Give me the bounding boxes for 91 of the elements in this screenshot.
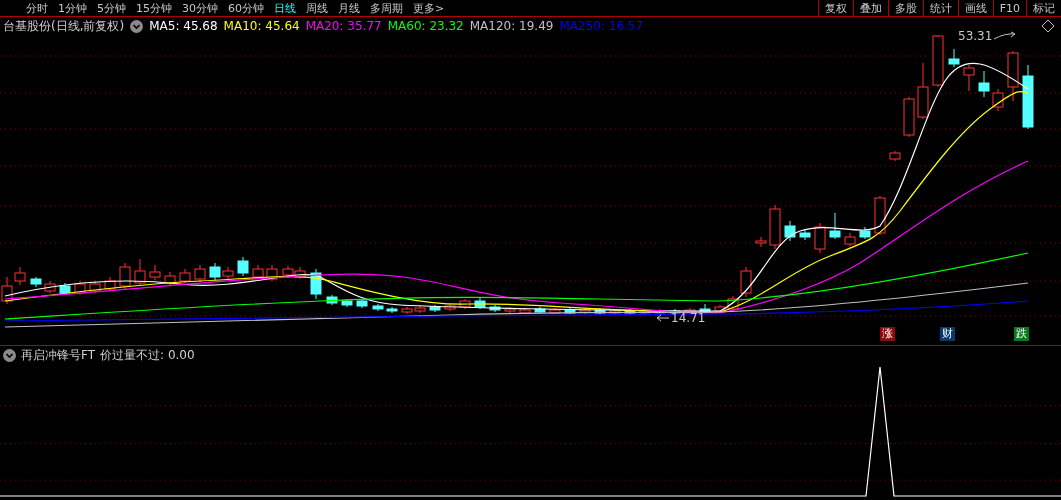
candlestick bbox=[59, 282, 71, 296]
candlestick bbox=[844, 232, 856, 247]
candlestick bbox=[341, 298, 353, 308]
candlestick bbox=[386, 306, 398, 314]
candlestick bbox=[401, 306, 413, 315]
candlestick bbox=[579, 307, 591, 315]
period-tab[interactable]: 多周期 bbox=[370, 0, 403, 16]
candlestick bbox=[179, 268, 191, 284]
candlestick bbox=[549, 307, 561, 315]
candlestick bbox=[799, 228, 811, 241]
candlestick bbox=[609, 308, 621, 315]
period-tab[interactable]: 5分钟 bbox=[97, 0, 126, 16]
candlestick bbox=[654, 308, 666, 315]
period-tab[interactable]: 日线 bbox=[274, 0, 296, 16]
candlestick bbox=[149, 264, 161, 281]
moving-average-value: MA10: 45.64 bbox=[223, 19, 300, 33]
period-tab[interactable]: 分时 bbox=[26, 0, 48, 16]
candlestick bbox=[429, 304, 441, 313]
moving-average-value: MA20: 35.77 bbox=[305, 19, 382, 33]
candlestick bbox=[266, 264, 278, 282]
candlestick bbox=[1007, 50, 1019, 102]
candlestick bbox=[1022, 64, 1034, 130]
candlestick bbox=[504, 306, 516, 314]
dropdown-icon[interactable] bbox=[130, 19, 144, 33]
candlestick bbox=[932, 35, 944, 88]
moving-average-value: MA5: 45.68 bbox=[149, 19, 218, 33]
stock-title: 台基股份(日线,前复权) bbox=[3, 17, 125, 35]
candlestick bbox=[859, 226, 871, 240]
candlestick bbox=[639, 308, 651, 315]
candlestick bbox=[769, 204, 781, 250]
candlestick bbox=[624, 308, 636, 315]
period-tab[interactable]: 更多> bbox=[413, 0, 445, 16]
candlestick bbox=[564, 307, 576, 315]
candlestick bbox=[948, 48, 960, 68]
candlestick bbox=[829, 212, 841, 240]
arrow-icon bbox=[993, 31, 1018, 41]
dropdown-icon[interactable] bbox=[3, 348, 16, 362]
candlestick bbox=[310, 268, 322, 300]
candlestick bbox=[444, 302, 456, 312]
event-marker[interactable]: 涨 bbox=[880, 327, 895, 341]
period-tab[interactable]: 周线 bbox=[306, 0, 328, 16]
candlestick bbox=[252, 264, 264, 280]
event-marker[interactable]: 财 bbox=[940, 327, 955, 341]
candlestick bbox=[489, 304, 501, 313]
candlestick bbox=[917, 62, 929, 120]
moving-average-value: MA60: 23.32 bbox=[387, 19, 464, 33]
candlestick bbox=[459, 298, 471, 310]
candlestick bbox=[119, 262, 131, 290]
candlestick bbox=[237, 256, 249, 277]
candlestick bbox=[74, 280, 86, 296]
indicator-title: 再启冲锋号FT bbox=[21, 346, 96, 364]
candlestick bbox=[874, 195, 886, 236]
candlestick bbox=[44, 280, 56, 294]
candlestick bbox=[209, 262, 221, 281]
price-label: 53.31 bbox=[958, 29, 993, 43]
candlestick bbox=[30, 276, 42, 288]
candlestick bbox=[222, 266, 234, 280]
candlestick bbox=[963, 64, 975, 92]
period-tab[interactable]: 1分钟 bbox=[58, 0, 87, 16]
candlestick bbox=[326, 294, 338, 306]
candlestick bbox=[164, 271, 176, 286]
candlestick bbox=[814, 222, 826, 254]
candlestick bbox=[519, 307, 531, 315]
event-marker[interactable]: 跌 bbox=[1014, 327, 1029, 341]
candlestick bbox=[534, 306, 546, 314]
candlestick bbox=[294, 266, 306, 280]
candlestick bbox=[372, 303, 384, 312]
candlestick bbox=[474, 297, 486, 310]
candlestick bbox=[104, 276, 116, 292]
moving-average-value: MA250: 16.57 bbox=[559, 19, 644, 33]
candlestick bbox=[414, 305, 426, 314]
candlestick bbox=[89, 280, 101, 294]
candlestick bbox=[784, 220, 796, 242]
candlestick bbox=[992, 88, 1004, 112]
period-tab[interactable]: 15分钟 bbox=[136, 0, 172, 16]
candlestick bbox=[889, 150, 901, 162]
candlestick bbox=[755, 236, 767, 248]
period-tab[interactable]: 60分钟 bbox=[228, 0, 264, 16]
candlestick bbox=[356, 298, 368, 309]
candlestick bbox=[903, 96, 915, 138]
candlestick bbox=[194, 264, 206, 283]
period-tab[interactable]: 30分钟 bbox=[182, 0, 218, 16]
arrow-icon bbox=[656, 314, 670, 322]
moving-average-value: MA120: 19.49 bbox=[469, 19, 554, 33]
price-label: 14.71 bbox=[671, 311, 706, 325]
candlestick bbox=[978, 70, 990, 98]
period-tab[interactable]: 月线 bbox=[338, 0, 360, 16]
diamond-icon[interactable] bbox=[1041, 19, 1055, 33]
indicator-value: 价过量不过: 0.00 bbox=[100, 346, 195, 364]
candlestick bbox=[134, 258, 146, 286]
candlestick bbox=[282, 265, 294, 279]
